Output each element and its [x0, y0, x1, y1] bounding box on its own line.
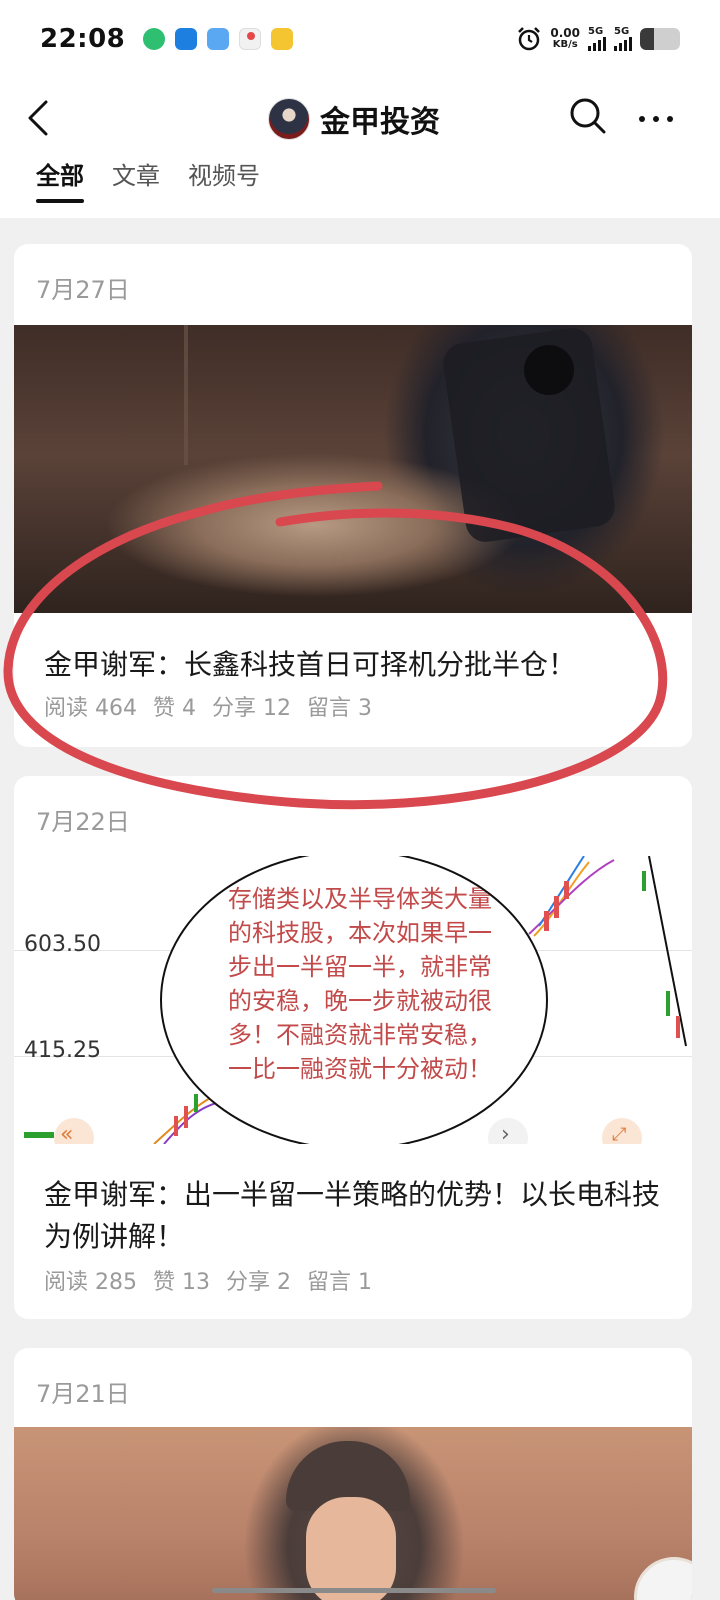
notification-app-icons	[143, 28, 294, 50]
app-screen: 22:08 0.00 KB/s 5G 5G 金甲投资 全部 文章 视频号 7月2…	[0, 0, 720, 1600]
post-cover-image[interactable]	[14, 325, 692, 613]
wechat-like-green-icon	[143, 28, 166, 50]
blue-app-icon	[175, 28, 198, 50]
more-dots-icon	[639, 116, 673, 122]
search-icon	[570, 98, 606, 134]
annotation-circle: 存储类以及半导体类大量的科技股，本次如果早一步出一半留一半，就非常的安稳，晚一步…	[160, 856, 548, 1144]
share-count: 分享 12	[212, 696, 291, 721]
read-count: 阅读 285	[44, 1270, 137, 1295]
map-pin-app-icon	[239, 28, 262, 50]
post-cover-image[interactable]: 603.50 415.25 存储类以及半导体类大量的科技股，本次如果早一步出一半…	[14, 856, 692, 1144]
post-card[interactable]: 7月27日 金甲谢军：长鑫科技首日可择机分批半仓！ 阅读 464 赞 4 分享 …	[14, 244, 692, 747]
chevron-left-icon	[28, 100, 48, 136]
more-button[interactable]	[636, 104, 676, 134]
post-stats: 阅读 464 赞 4 分享 12 留言 3	[44, 690, 372, 722]
search-button[interactable]	[568, 96, 608, 136]
post-date: 7月22日	[36, 808, 130, 836]
account-title[interactable]: 金甲投资	[268, 96, 440, 142]
annotation-note: 存储类以及半导体类大量的科技股，本次如果早一步出一半留一半，就非常的安稳，晚一步…	[228, 885, 492, 1083]
blue-cloud-app-icon	[207, 28, 230, 50]
status-bar: 22:08 0.00 KB/s 5G 5G	[0, 0, 720, 78]
network-speed-unit: KB/s	[552, 39, 578, 50]
yellow-hand-app-icon	[271, 28, 294, 50]
account-name: 金甲投资	[320, 105, 440, 140]
like-count: 赞 13	[153, 1270, 210, 1295]
content-tabs: 全部 文章 视频号	[36, 156, 260, 203]
post-card[interactable]: 7月22日 603.50 415.25 存储类以及半导体类大量的科技股，本次如果…	[14, 776, 692, 1319]
signal-bars-icon	[588, 37, 606, 51]
signal-2: 5G	[614, 27, 632, 51]
status-right-group: 0.00 KB/s 5G 5G	[516, 26, 680, 52]
battery-fill	[640, 28, 654, 50]
avatar	[268, 98, 310, 140]
signal-1-label: 5G	[588, 26, 604, 37]
post-title[interactable]: 金甲谢军：长鑫科技首日可择机分批半仓！	[44, 644, 662, 686]
comment-count: 留言 3	[307, 696, 372, 721]
double-chevron-left-icon: «	[60, 1122, 74, 1144]
tab-articles[interactable]: 文章	[112, 156, 160, 203]
signal-bars-icon	[614, 37, 632, 51]
post-date: 7月27日	[36, 276, 130, 304]
read-count: 阅读 464	[44, 696, 137, 721]
battery-icon	[640, 28, 680, 50]
post-card[interactable]: 7月21日	[14, 1348, 692, 1600]
status-time: 22:08	[40, 24, 126, 54]
home-indicator[interactable]	[212, 1588, 496, 1593]
post-date: 7月21日	[36, 1380, 130, 1408]
comment-count: 留言 1	[307, 1270, 372, 1295]
expand-icon: ⤢	[612, 1124, 627, 1144]
network-speed: 0.00 KB/s	[550, 27, 580, 51]
back-button[interactable]	[20, 98, 56, 138]
signal-2-label: 5G	[614, 26, 630, 37]
post-stats: 阅读 285 赞 13 分享 2 留言 1	[44, 1264, 372, 1296]
alarm-clock-icon	[518, 27, 541, 51]
post-cover-image[interactable]	[14, 1427, 692, 1600]
tab-channels[interactable]: 视频号	[188, 156, 260, 203]
tab-all[interactable]: 全部	[36, 156, 84, 203]
network-speed-value: 0.00	[550, 26, 580, 40]
account-header: 金甲投资 全部 文章 视频号	[0, 78, 720, 218]
like-count: 赞 4	[153, 696, 196, 721]
share-count: 分享 2	[226, 1270, 291, 1295]
chevron-right-icon: ›	[501, 1122, 510, 1144]
post-title[interactable]: 金甲谢军：出一半留一半策略的优势！以长电科技为例讲解！	[44, 1174, 662, 1258]
signal-1: 5G	[588, 27, 606, 51]
